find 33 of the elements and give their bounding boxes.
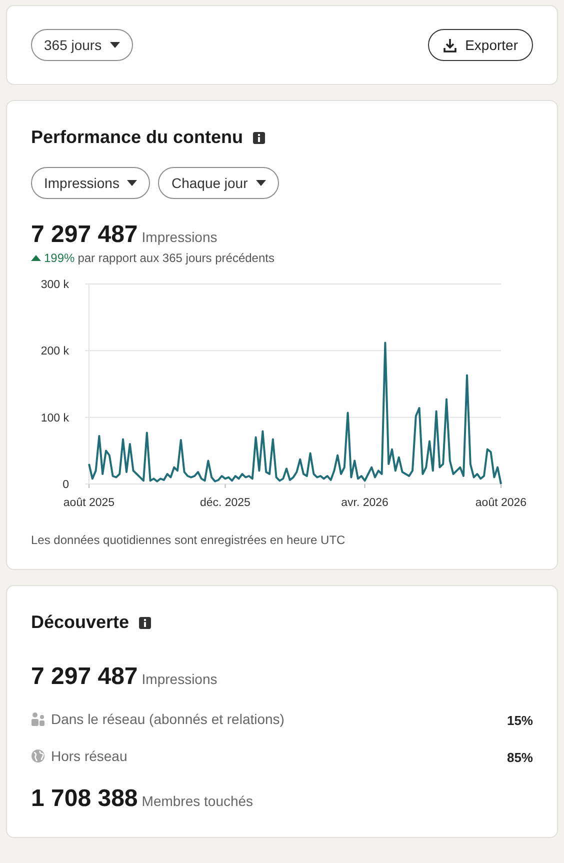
axis-label: août 2025: [63, 497, 115, 509]
audience-label: Dans le réseau (abonnés et relations): [51, 710, 284, 726]
info-icon[interactable]: [139, 616, 152, 628]
change-percent: 199%: [44, 251, 75, 265]
impressions-total: 7 297 487: [31, 221, 138, 249]
axis-label: 200 k: [40, 346, 69, 358]
axis-label: avr. 2026: [341, 497, 388, 509]
members-total: 1 708 388: [31, 785, 138, 813]
impressions-label: Impressions: [142, 229, 218, 245]
export-button[interactable]: Exporter: [428, 29, 533, 61]
members-label: Membres touchés: [142, 793, 254, 809]
audience-percent: 15%: [506, 712, 533, 728]
filter-dropdown[interactable]: Impressions: [31, 167, 150, 199]
filter-dropdown[interactable]: Chaque jour: [158, 167, 279, 199]
axis-label: 0: [62, 479, 69, 491]
axis-label: août 2026: [475, 497, 527, 509]
caret-icon: [110, 42, 120, 48]
axis-label: 300 k: [40, 279, 69, 291]
chart-note: Les données quotidiennes sont enregistrées en heure UTC: [31, 533, 346, 547]
section-title: Performance du contenu: [31, 127, 244, 148]
section-title: Découverte: [31, 612, 130, 633]
period-dropdown[interactable]: 365 jours: [31, 29, 133, 61]
info-icon[interactable]: [253, 132, 266, 144]
impressions-label: Impressions: [142, 671, 218, 687]
axis-label: 100 k: [40, 412, 69, 424]
audience-label: Hors réseau: [51, 748, 128, 764]
audience-percent: 85%: [506, 749, 533, 765]
caret-icon: [256, 180, 266, 186]
caret-icon: [127, 180, 138, 186]
download-icon: [443, 38, 458, 52]
change-text: par rapport aux 365 jours précédents: [78, 251, 274, 265]
axis-label: déc. 2025: [200, 497, 250, 509]
impressions-total: 7 297 487: [31, 663, 138, 691]
